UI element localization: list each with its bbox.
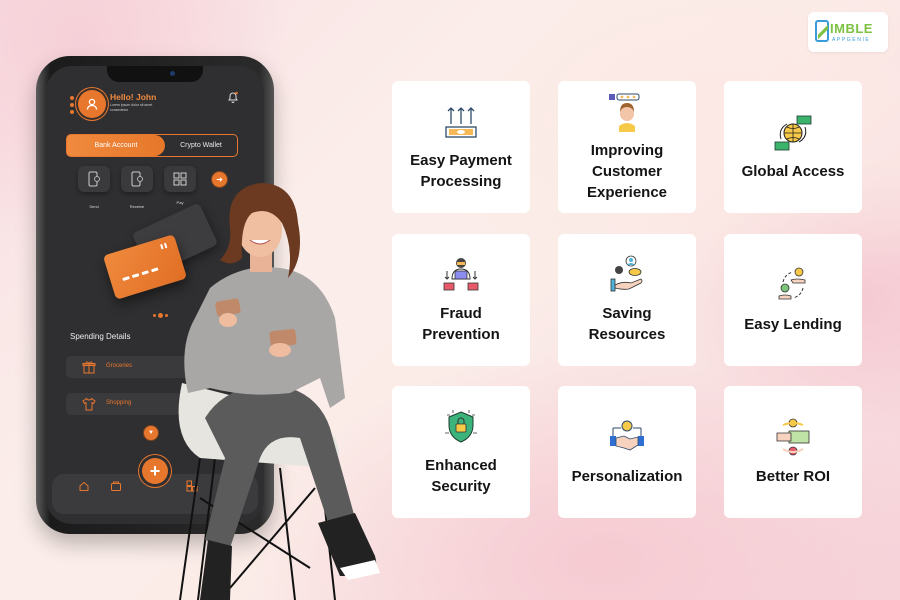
hacker-laptop-icon <box>443 258 479 291</box>
woman-with-phones-illustration <box>178 183 380 600</box>
card-logo-icon <box>160 242 168 250</box>
feature-card-global-access[interactable]: Global Access <box>724 81 862 213</box>
handshake-dollar-icon <box>610 420 644 450</box>
payment-arrows-icon <box>445 107 477 138</box>
phone-receive-icon <box>131 171 143 187</box>
roi-cheque-icon <box>776 418 810 455</box>
feature-label: Personalization <box>571 467 683 485</box>
feature-label: Fraud Prevention <box>422 305 500 343</box>
camera-icon <box>170 71 175 76</box>
tab-bank-account[interactable]: Bank Account <box>67 135 165 156</box>
send-label: Send <box>89 204 99 209</box>
feature-label: Enhanced Security <box>425 457 497 495</box>
nimble-appgenie-logo: IMBLE APPGENIE <box>808 12 888 52</box>
card-number <box>122 267 159 282</box>
right-hand <box>269 343 291 357</box>
logo-word: IMBLE <box>830 21 873 36</box>
menu-dots-icon[interactable] <box>70 96 74 117</box>
feature-card-fraud-prevention[interactable]: Fraud Prevention <box>392 234 530 366</box>
customer-rating-icon <box>609 93 640 132</box>
feature-label: Better ROI <box>755 467 831 485</box>
feature-card-customer-experience[interactable]: Improving Customer Experience <box>558 81 696 213</box>
feature-label: Saving Resources <box>588 305 666 343</box>
phone-notch <box>107 66 203 82</box>
wallet-icon[interactable] <box>110 480 122 492</box>
feature-label: Improving Customer Experience <box>586 141 668 201</box>
home-icon[interactable] <box>78 480 90 492</box>
avatar[interactable] <box>78 90 106 118</box>
feature-label: Global Access <box>741 162 845 180</box>
shirt-icon <box>82 397 96 411</box>
tab-crypto-wallet[interactable]: Crypto Wallet <box>165 135 237 156</box>
spending-details-title: Spending Details <box>70 332 131 341</box>
feature-card-easy-lending[interactable]: Easy Lending <box>724 234 862 366</box>
send-button[interactable] <box>78 166 110 192</box>
expand-chevron-down-icon[interactable]: ▼ <box>144 426 158 440</box>
left-hand <box>219 313 237 327</box>
phone-send-icon <box>88 171 100 187</box>
greeting-subtitle: Lorem ipsum dolor sit amet consectetur <box>110 103 153 112</box>
feature-label: Easy Lending <box>744 315 842 333</box>
feature-card-personalization[interactable]: Personalization <box>558 386 696 518</box>
receive-label: Receive <box>129 204 145 209</box>
spending-item-label: Shopping <box>106 400 132 406</box>
bell-icon[interactable] <box>226 90 240 104</box>
sweater <box>184 267 345 408</box>
feature-card-easy-payment[interactable]: Easy Payment Processing <box>392 81 530 213</box>
account-type-toggle: Bank Account Crypto Wallet <box>66 134 238 157</box>
gift-icon <box>82 361 96 374</box>
feature-card-enhanced-security[interactable]: Enhanced Security <box>392 386 530 518</box>
shield-lock-icon <box>445 410 477 443</box>
hand-resources-icon <box>610 255 643 292</box>
logo-n-mark-icon <box>815 20 829 42</box>
logo-sub: APPGENIE <box>832 37 871 43</box>
feature-card-saving-resources[interactable]: Saving Resources <box>558 234 696 366</box>
receive-button[interactable] <box>121 166 153 192</box>
globe-money-icon <box>774 115 812 150</box>
user-icon <box>86 98 98 110</box>
spending-item-label: Groceries <box>106 363 133 369</box>
lending-hands-icon <box>778 267 806 299</box>
feature-card-better-roi[interactable]: Better ROI <box>724 386 862 518</box>
card-carousel-indicator[interactable] <box>153 313 168 318</box>
feature-label: Easy Payment Processing <box>410 152 512 190</box>
greeting-title: Hello! John <box>110 92 157 102</box>
add-button[interactable]: + <box>142 458 168 484</box>
